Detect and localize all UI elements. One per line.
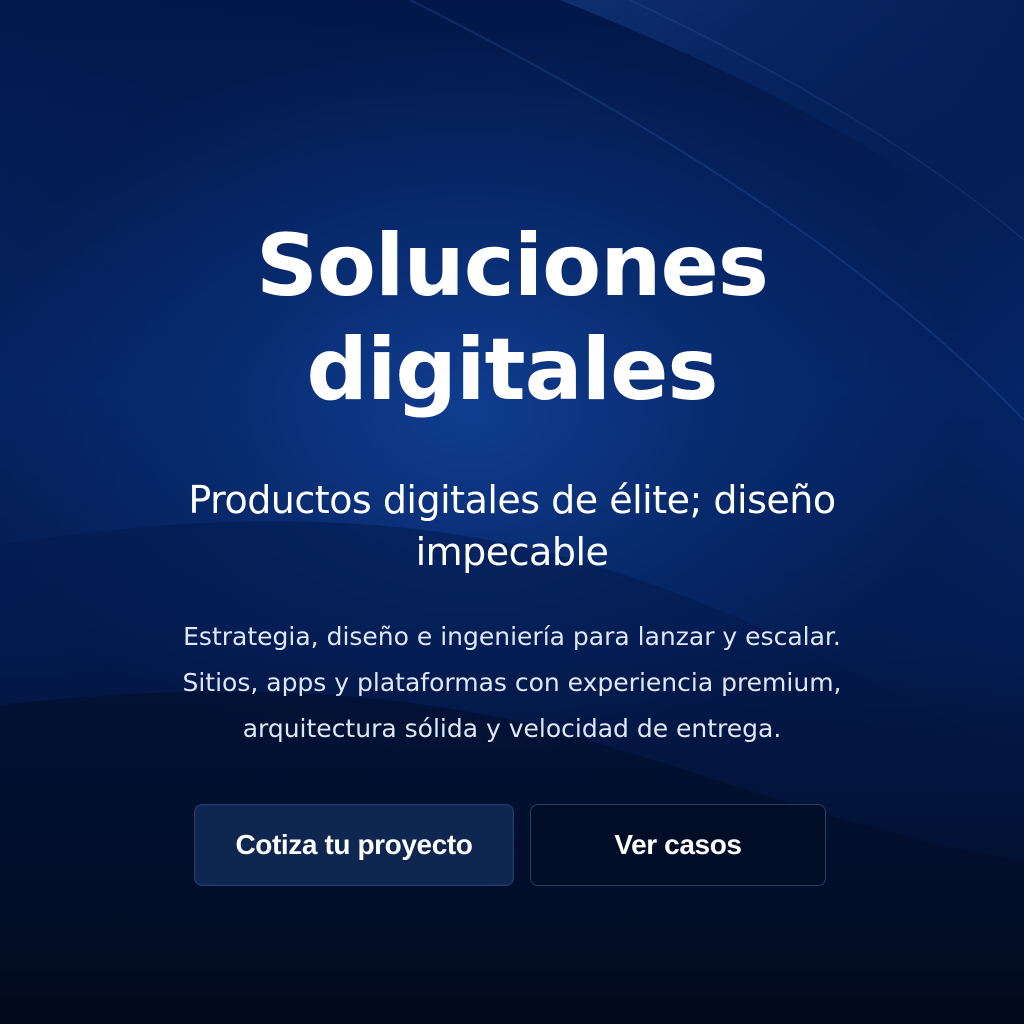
- hero-subtitle-line-2: impecable: [415, 530, 609, 574]
- hero-subtitle-line-1: Productos digitales de élite; diseño: [188, 478, 836, 522]
- hero-content: Soluciones digitales Productos digitales…: [0, 0, 1024, 1024]
- hero-description: Estrategia, diseño e ingeniería para lan…: [124, 614, 900, 752]
- hero-title-line-1: Soluciones: [255, 216, 769, 316]
- hero-title: Soluciones digitales: [112, 214, 912, 422]
- ver-casos-button[interactable]: Ver casos: [530, 804, 826, 886]
- hero-title-line-2: digitales: [306, 320, 718, 420]
- cotiza-proyecto-button[interactable]: Cotiza tu proyecto: [194, 804, 514, 886]
- description-line-3: arquitectura sólida y velocidad de entre…: [242, 714, 782, 743]
- hero-subtitle: Productos digitales de élite; diseño imp…: [122, 474, 902, 578]
- description-line-2: Sitios, apps y plataformas con experienc…: [182, 668, 842, 697]
- description-line-1: Estrategia, diseño e ingeniería para lan…: [183, 622, 841, 651]
- hero-section: Soluciones digitales Productos digitales…: [0, 0, 1024, 1024]
